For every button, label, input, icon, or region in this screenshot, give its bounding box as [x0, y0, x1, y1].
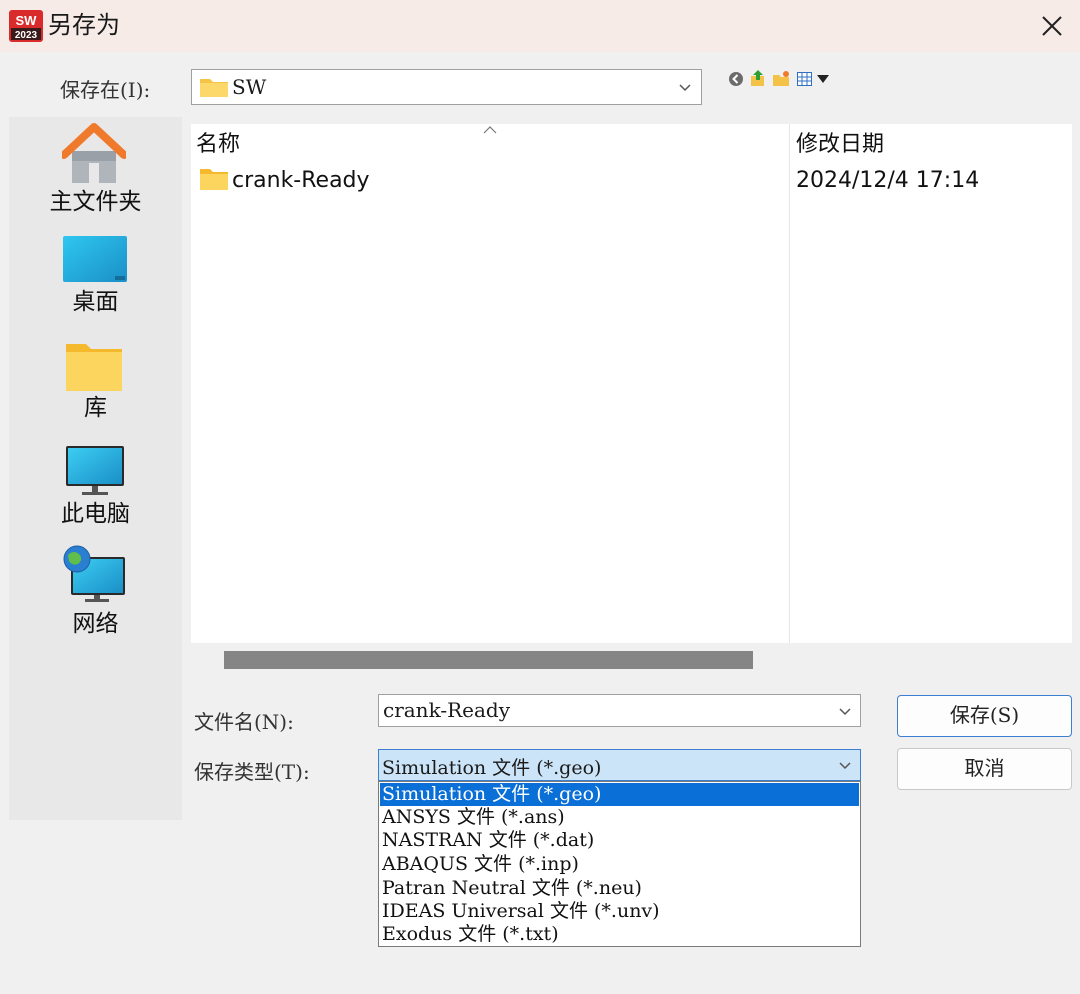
- up-folder-icon[interactable]: [750, 69, 766, 87]
- place-label: 网络: [72, 611, 119, 637]
- horizontal-scrollbar-thumb[interactable]: [224, 651, 753, 669]
- file-modified: 2024/12/4 17:14: [796, 168, 980, 193]
- folder-icon: [200, 79, 228, 97]
- filename-label: 文件名(N):: [194, 710, 294, 734]
- save-in-combo[interactable]: SW: [191, 69, 702, 105]
- chevron-down-icon: [679, 84, 691, 92]
- filetype-value: Simulation 文件 (*.geo): [382, 757, 602, 779]
- dropdown-option[interactable]: ANSYS 文件 (*.ans): [380, 806, 859, 829]
- places-bar: 主文件夹 桌面 库 此电脑 网络: [9, 117, 182, 820]
- svg-text:2023: 2023: [15, 30, 38, 41]
- dropdown-option[interactable]: Patran Neutral 文件 (*.neu): [380, 877, 859, 900]
- filename-input[interactable]: crank-Ready: [378, 694, 861, 727]
- solidworks-logo-icon: SW 2023: [9, 10, 43, 42]
- place-this-pc[interactable]: 此电脑: [9, 443, 182, 539]
- back-icon[interactable]: [728, 71, 744, 87]
- library-folder-icon: [66, 344, 122, 391]
- view-menu-icon[interactable]: [797, 72, 831, 86]
- place-desktop[interactable]: 桌面: [9, 231, 182, 327]
- filetype-dropdown-list[interactable]: Simulation 文件 (*.geo) ANSYS 文件 (*.ans) N…: [378, 781, 861, 947]
- place-library[interactable]: 库: [9, 337, 182, 433]
- filetype-select[interactable]: Simulation 文件 (*.geo): [378, 749, 861, 781]
- place-label: 主文件夹: [49, 189, 142, 215]
- column-header-name[interactable]: 名称: [196, 130, 240, 160]
- dropdown-option[interactable]: Simulation 文件 (*.geo): [380, 783, 859, 806]
- home-icon: [62, 123, 126, 183]
- save-in-value: SW: [232, 75, 267, 99]
- close-button[interactable]: [1030, 6, 1074, 46]
- sort-ascending-icon: [483, 126, 497, 134]
- save-in-label: 保存在(I):: [60, 78, 151, 102]
- column-separator: [789, 124, 790, 643]
- dropdown-option[interactable]: Exodus 文件 (*.txt): [380, 923, 859, 946]
- navigation-toolbar: [728, 68, 834, 90]
- place-home[interactable]: 主文件夹: [9, 121, 182, 221]
- network-icon: [63, 545, 125, 602]
- cancel-button[interactable]: 取消: [897, 748, 1072, 790]
- desktop-icon: [63, 236, 127, 282]
- dropdown-option[interactable]: IDEAS Universal 文件 (*.unv): [380, 900, 859, 923]
- filetype-label: 保存类型(T):: [194, 760, 310, 784]
- window-title: 另存为: [48, 11, 120, 39]
- place-label: 库: [84, 395, 107, 421]
- title-bar: SW 2023 另存为: [0, 0, 1080, 52]
- svg-text:SW: SW: [16, 13, 38, 28]
- file-name[interactable]: crank-Ready: [232, 166, 370, 196]
- folder-icon: [200, 169, 228, 190]
- column-header-modified[interactable]: 修改日期: [796, 130, 884, 160]
- chevron-down-icon[interactable]: [838, 707, 852, 717]
- save-button[interactable]: 保存(S): [897, 695, 1072, 737]
- filename-value: crank-Ready: [383, 698, 511, 722]
- place-label: 桌面: [72, 289, 119, 315]
- dropdown-option[interactable]: ABAQUS 文件 (*.inp): [380, 853, 859, 876]
- place-network[interactable]: 网络: [9, 543, 182, 643]
- computer-icon: [66, 446, 124, 495]
- file-list[interactable]: 名称 修改日期 crank-Ready 2024/12/4 17:14: [191, 124, 1072, 643]
- place-label: 此电脑: [61, 501, 130, 527]
- dropdown-option[interactable]: NASTRAN 文件 (*.dat): [380, 829, 859, 852]
- chevron-down-icon: [839, 762, 851, 770]
- new-folder-icon[interactable]: [772, 71, 790, 87]
